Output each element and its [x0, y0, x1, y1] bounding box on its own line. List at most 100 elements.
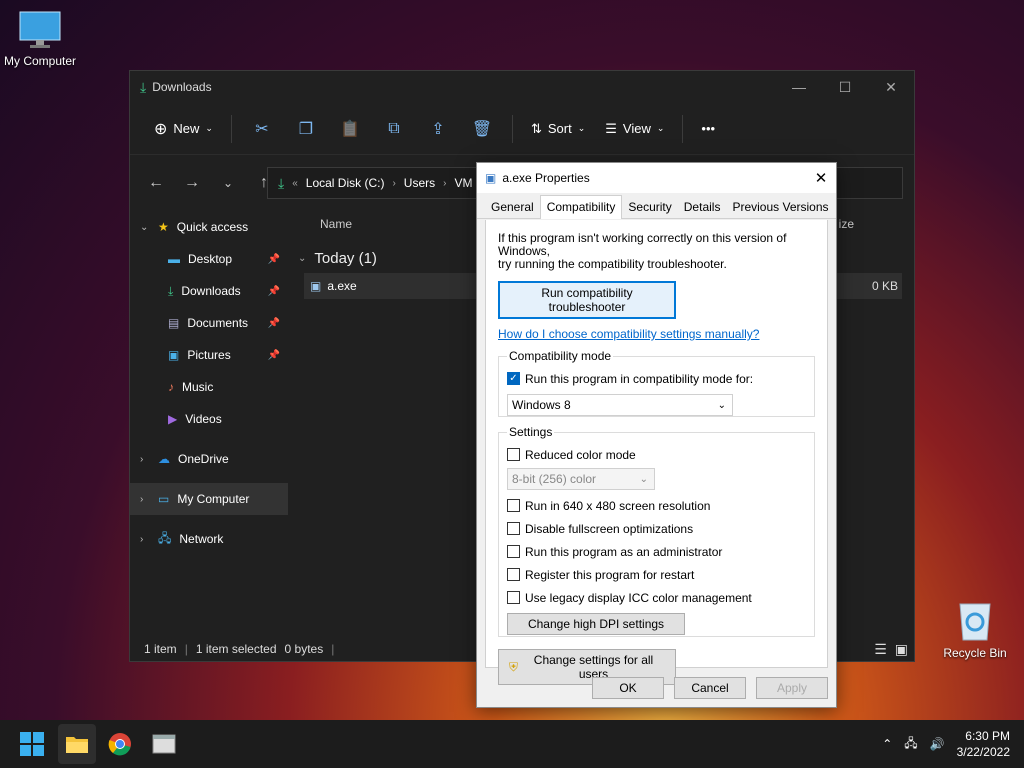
run-troubleshooter-button[interactable]: Run compatibility troubleshooter	[498, 281, 676, 319]
register-restart-checkbox[interactable]	[507, 568, 520, 581]
navigation-pane: ⌄ ★ Quick access ▬ Desktop 📌 ⤓ Downloads…	[130, 211, 288, 631]
sidebar-item-onedrive[interactable]: › ☁ OneDrive	[130, 443, 288, 475]
sidebar-item-network[interactable]: › 🖧 Network	[130, 523, 288, 555]
change-dpi-button[interactable]: Change high DPI settings	[507, 613, 685, 635]
sidebar-item-my-computer[interactable]: › ▭ My Computer	[130, 483, 288, 515]
start-button[interactable]	[20, 732, 44, 759]
taskbar: ⌃ 🖧 🔊 6:30 PM 3/22/2022	[0, 720, 1024, 768]
compat-mode-checkbox-row[interactable]: ✓ Run this program in compatibility mode…	[507, 367, 806, 390]
back-arrow-icon[interactable]: ←	[144, 174, 168, 192]
chevron-right-icon[interactable]: ›	[140, 534, 150, 545]
column-header-size[interactable]: ize	[839, 217, 854, 231]
sidebar-item-quick-access[interactable]: ⌄ ★ Quick access	[130, 211, 288, 243]
desktop-icon-my-computer[interactable]: My Computer	[0, 10, 80, 68]
tab-details[interactable]: Details	[678, 196, 727, 218]
dialog-titlebar[interactable]: ▣ a.exe Properties ✕	[477, 163, 836, 193]
network-icon[interactable]: 🖧	[904, 734, 917, 755]
new-button[interactable]: ⊕ New ⌄	[146, 113, 221, 145]
sidebar-item-label: Videos	[185, 412, 222, 426]
delete-button[interactable]: 🗑	[462, 119, 502, 139]
overflow-icon: «	[292, 177, 298, 189]
tab-previous-versions[interactable]: Previous Versions	[726, 196, 834, 218]
os-version-select[interactable]: Windows 8 ⌄	[507, 394, 733, 416]
tab-security[interactable]: Security	[622, 196, 677, 218]
close-button[interactable]: ✕	[868, 79, 914, 96]
exe-file-icon: ▣	[310, 279, 322, 293]
cancel-button[interactable]: Cancel	[674, 677, 746, 699]
checkbox-label: Reduced color mode	[525, 447, 636, 462]
chevron-down-icon[interactable]: ⌄	[140, 222, 150, 233]
close-icon[interactable]: ✕	[806, 169, 836, 187]
more-options-button[interactable]: •••	[693, 115, 723, 142]
column-header-name[interactable]: Name	[320, 217, 352, 231]
chevron-right-icon[interactable]: ›	[140, 454, 150, 465]
apply-button[interactable]: Apply	[756, 677, 828, 699]
sidebar-item-downloads[interactable]: ⤓ Downloads 📌	[130, 275, 288, 307]
compat-mode-checkbox[interactable]: ✓	[507, 372, 520, 385]
help-link[interactable]: How do I choose compatibility settings m…	[498, 327, 759, 341]
run-as-admin-checkbox[interactable]	[507, 545, 520, 558]
video-icon: ▶	[168, 412, 178, 426]
shield-icon: ⛨	[509, 659, 519, 674]
chevron-right-icon[interactable]: ›	[140, 494, 150, 505]
rename-button[interactable]: ⧉	[374, 120, 414, 138]
sort-label: Sort	[547, 121, 572, 136]
tiles-view-icon[interactable]: ▣	[895, 641, 908, 658]
volume-icon[interactable]: 🔊	[930, 737, 945, 751]
disable-fullscreen-checkbox[interactable]	[507, 522, 520, 535]
tab-compatibility[interactable]: Compatibility	[539, 195, 623, 219]
recent-locations-chevron-icon[interactable]: ⌄	[216, 176, 240, 190]
res-640-checkbox[interactable]	[507, 499, 520, 512]
reduced-color-checkbox[interactable]	[507, 448, 520, 461]
minimize-button[interactable]: —	[776, 79, 822, 96]
download-icon: ⤓	[140, 78, 147, 95]
compatibility-panel: If this program isn't working correctly …	[485, 220, 828, 685]
reduced-color-row[interactable]: Reduced color mode	[507, 443, 806, 466]
checkbox-label: Run in 640 x 480 screen resolution	[525, 498, 711, 513]
breadcrumb-item[interactable]: VM	[454, 176, 472, 190]
forward-arrow-icon[interactable]: →	[180, 174, 204, 192]
sidebar-item-desktop[interactable]: ▬ Desktop 📌	[130, 243, 288, 275]
view-button[interactable]: ☰ View ⌄	[597, 115, 672, 143]
selected-count: 1 item selected	[195, 642, 277, 656]
share-button[interactable]: ⇪	[418, 119, 458, 139]
disable-fullscreen-row[interactable]: Disable fullscreen optimizations	[507, 517, 806, 540]
run-as-admin-row[interactable]: Run this program as an administrator	[507, 540, 806, 563]
desktop-icon-recycle-bin[interactable]: Recycle Bin	[935, 598, 1015, 660]
cut-button[interactable]: ✂	[242, 119, 282, 139]
maximize-button[interactable]: ☐	[822, 79, 868, 96]
color-depth-select: 8-bit (256) color ⌄	[507, 468, 655, 490]
ok-button[interactable]: OK	[592, 677, 664, 699]
folder-icon	[66, 737, 88, 753]
paste-button[interactable]: 📋	[330, 119, 370, 139]
chevron-down-icon: ⌄	[656, 123, 665, 133]
tab-general[interactable]: General	[485, 196, 540, 218]
properties-dialog: ▣ a.exe Properties ✕ General Compatibili…	[476, 162, 837, 708]
breadcrumb-item[interactable]: Local Disk (C:)	[306, 176, 385, 190]
taskbar-chrome[interactable]	[108, 732, 132, 759]
intro-line: If this program isn't working correctly …	[498, 231, 787, 258]
sidebar-item-music[interactable]: ♪ Music	[130, 371, 288, 403]
clock[interactable]: 6:30 PM 3/22/2022	[957, 728, 1010, 760]
network-icon: 🖧	[158, 530, 172, 545]
sort-button[interactable]: ⇅ Sort ⌄	[523, 115, 593, 143]
taskbar-app[interactable]	[152, 732, 176, 759]
group-label: Compatibility mode	[509, 349, 612, 363]
taskbar-file-explorer[interactable]	[58, 724, 96, 764]
sidebar-item-label: Quick access	[176, 220, 249, 234]
copy-button[interactable]: ❐	[286, 119, 326, 139]
sidebar-item-documents[interactable]: ▤ Documents 📌	[130, 307, 288, 339]
sidebar-item-label: Network	[179, 532, 224, 546]
sidebar-item-videos[interactable]: ▶ Videos	[130, 403, 288, 435]
checkbox-label: Run this program in compatibility mode f…	[525, 371, 754, 386]
res-640-row[interactable]: Run in 640 x 480 screen resolution	[507, 494, 806, 517]
explorer-titlebar[interactable]: ⤓ Downloads — ☐ ✕	[130, 71, 914, 103]
select-value: Windows 8	[512, 398, 571, 412]
chevron-up-icon[interactable]: ⌃	[882, 737, 892, 751]
legacy-icc-checkbox[interactable]	[507, 591, 520, 604]
register-restart-row[interactable]: Register this program for restart	[507, 563, 806, 586]
details-view-icon[interactable]: ☰	[874, 641, 887, 658]
legacy-icc-row[interactable]: Use legacy display ICC color management	[507, 586, 806, 609]
breadcrumb-item[interactable]: Users	[404, 176, 435, 190]
sidebar-item-pictures[interactable]: ▣ Pictures 📌	[130, 339, 288, 371]
